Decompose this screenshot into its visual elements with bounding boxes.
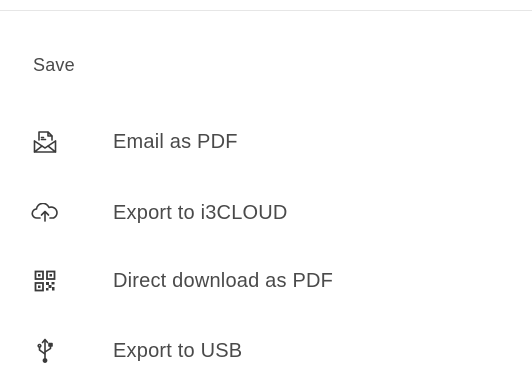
menu-item-direct-download-pdf[interactable]: Direct download as PDF [0,255,532,307]
menu-item-export-to-i3cloud[interactable]: Export to i3CLOUD [0,187,532,239]
cloud-upload-icon [31,199,59,227]
menu-item-label: Export to i3CLOUD [113,201,288,224]
section-title-save: Save [33,55,75,75]
usb-icon [31,337,59,365]
save-menu: Save Email as PDF Export to i3CLOUD Dire… [0,0,532,391]
menu-item-label: Email as PDF [113,130,238,153]
menu-item-label: Direct download as PDF [113,269,334,292]
top-divider [0,10,532,11]
email-pdf-icon [31,128,59,156]
menu-item-export-to-usb[interactable]: Export to USB [0,325,532,377]
qr-code-icon [31,267,59,295]
menu-item-label: Export to USB [113,339,243,362]
menu-item-email-as-pdf[interactable]: Email as PDF [0,116,532,168]
